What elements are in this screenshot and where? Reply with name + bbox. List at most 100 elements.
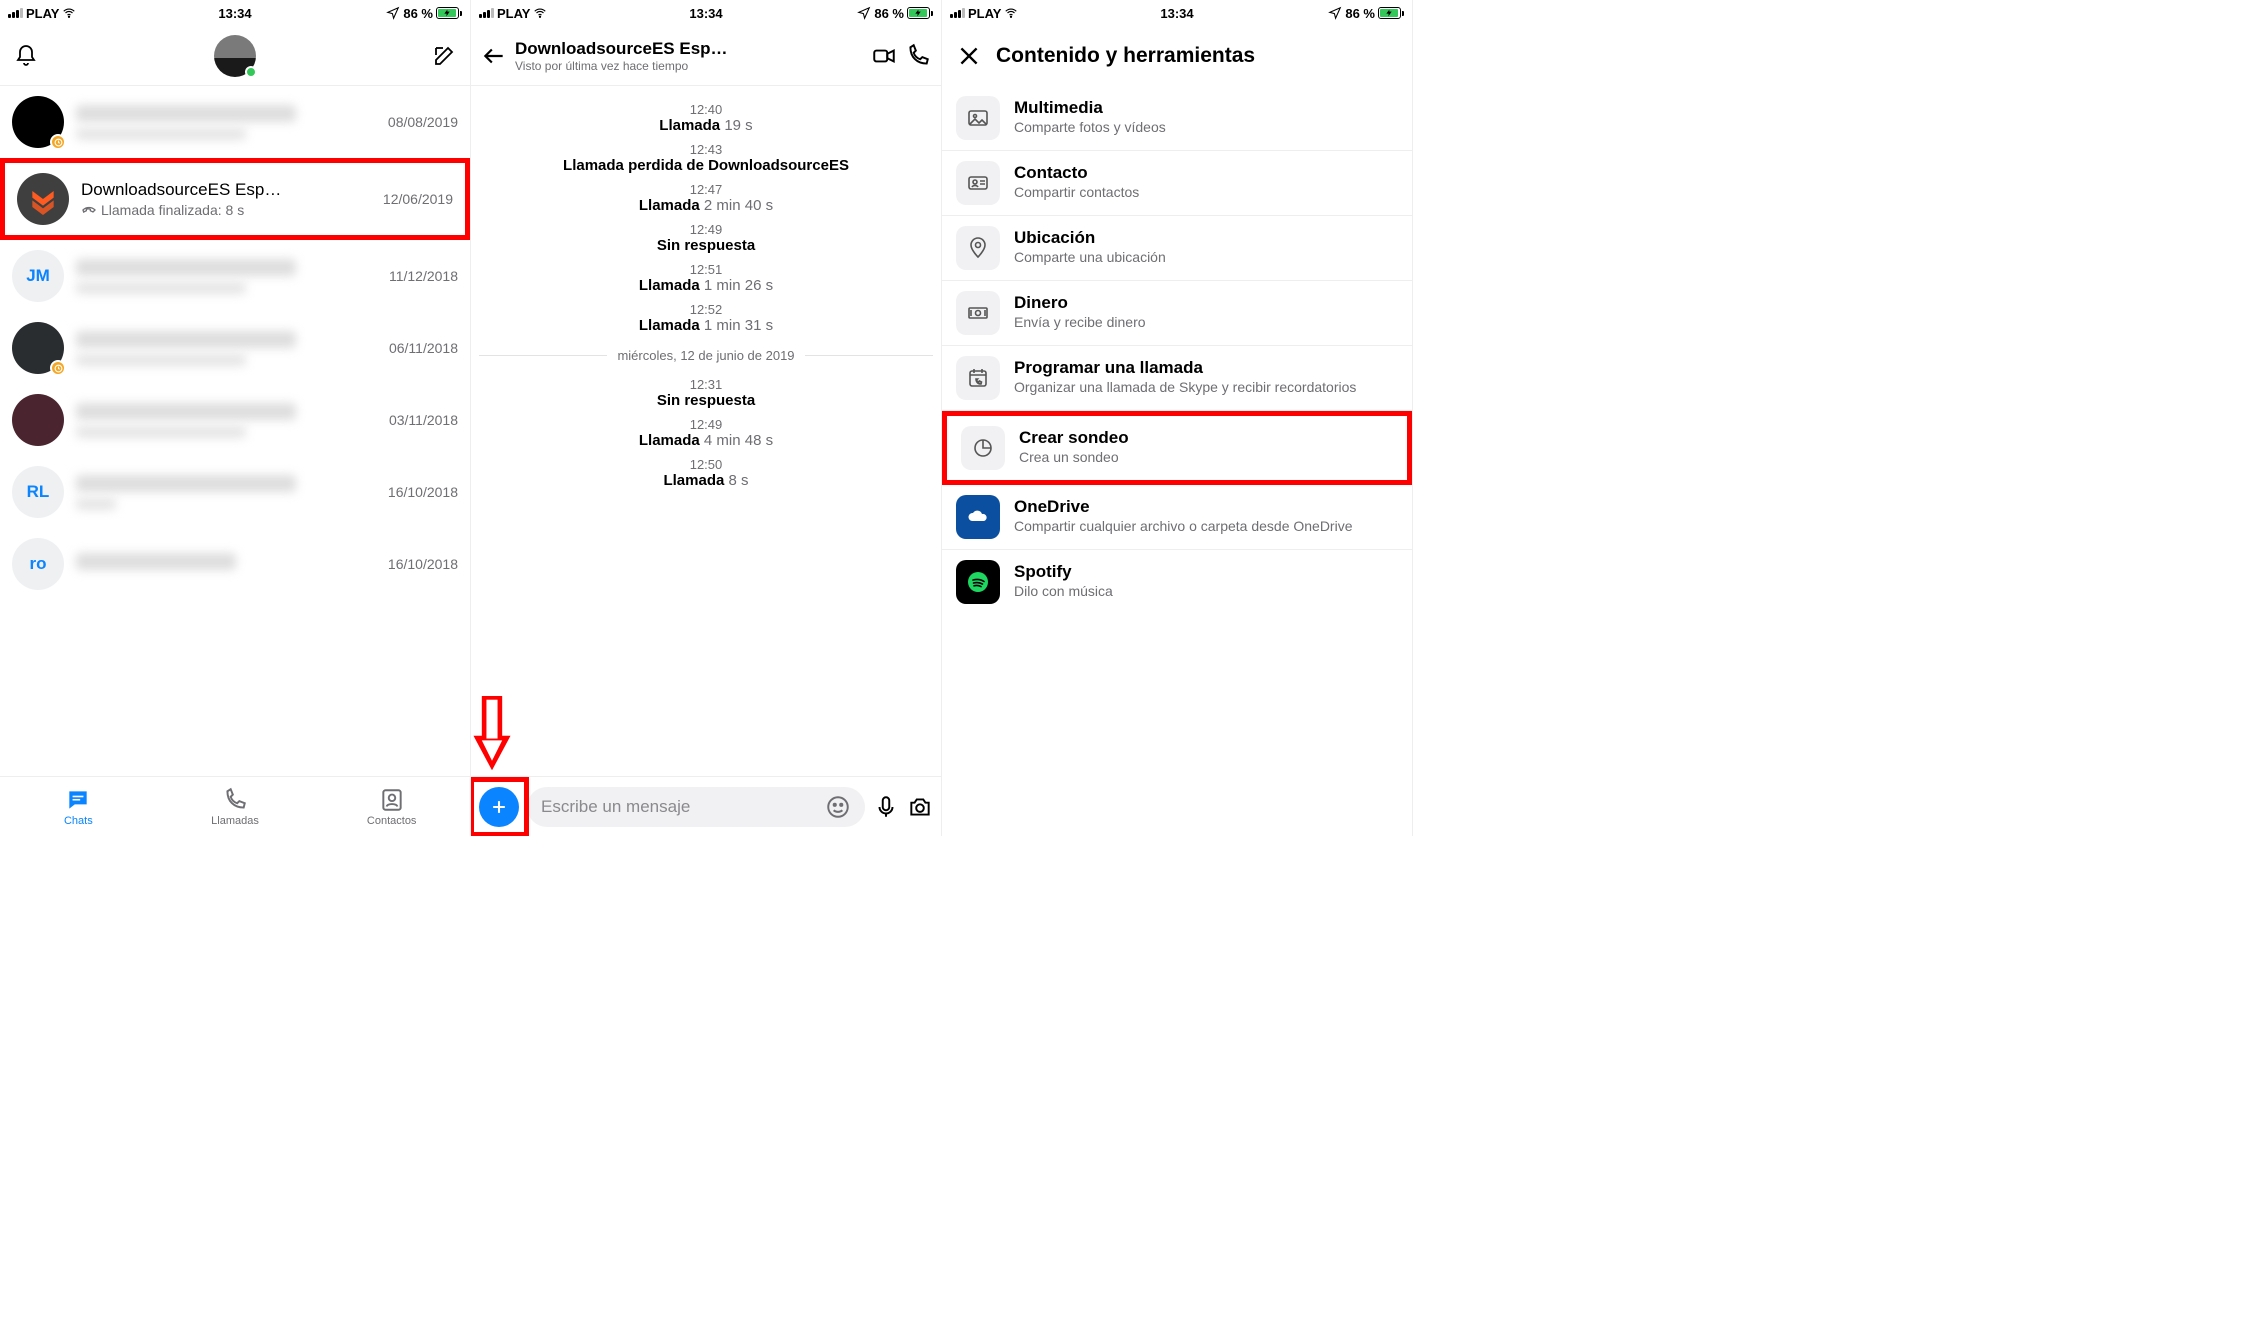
carrier-label: PLAY: [26, 6, 59, 21]
clock-label: 13:34: [689, 6, 722, 21]
location-pin-icon: [956, 226, 1000, 270]
close-icon[interactable]: [956, 43, 982, 69]
avatar: JM: [12, 250, 64, 302]
status-bar: PLAY 13:34 86 %: [471, 0, 941, 26]
call-event: 12:49Sin respuesta: [471, 222, 941, 254]
image-icon: [956, 96, 1000, 140]
chats-panel: PLAY 13:34 86 % 08/08/2019 Downloadsour: [0, 0, 471, 836]
battery-pct: 86 %: [874, 6, 904, 21]
menu-item-onedrive[interactable]: OneDriveCompartir cualquier archivo o ca…: [942, 485, 1412, 550]
spotify-icon: [956, 560, 1000, 604]
avatar: RL: [12, 466, 64, 518]
voice-call-icon[interactable]: [905, 43, 931, 69]
wifi-icon: [1004, 6, 1018, 20]
away-badge-icon: [50, 134, 66, 150]
attach-menu-panel: PLAY 13:34 86 % Contenido y herramientas…: [942, 0, 1413, 836]
chat-date: 03/11/2018: [389, 412, 458, 428]
bottom-tabs: Chats Llamadas Contactos: [0, 776, 470, 836]
battery-icon: [1378, 7, 1404, 19]
tab-contacts[interactable]: Contactos: [313, 777, 470, 836]
chat-date: 12/06/2019: [383, 191, 453, 207]
camera-icon[interactable]: [907, 794, 933, 820]
battery-icon: [436, 7, 462, 19]
microphone-icon[interactable]: [873, 794, 899, 820]
location-arrow-icon: [386, 6, 400, 20]
menu-item-sub: Comparte fotos y vídeos: [1014, 119, 1398, 135]
back-icon[interactable]: [481, 43, 507, 69]
menu-item-contact[interactable]: ContactoCompartir contactos: [942, 151, 1412, 216]
menu-item-label: OneDrive: [1014, 497, 1398, 517]
menu-item-schedule-call[interactable]: Programar una llamadaOrganizar una llama…: [942, 346, 1412, 411]
notifications-icon[interactable]: [14, 44, 38, 68]
chat-date: 16/10/2018: [388, 556, 458, 572]
menu-item-money[interactable]: DineroEnvía y recibe dinero: [942, 281, 1412, 346]
tab-chats[interactable]: Chats: [0, 777, 157, 836]
chat-item[interactable]: 06/11/2018: [0, 312, 470, 384]
chat-date: 06/11/2018: [389, 340, 458, 356]
avatar: [12, 394, 64, 446]
chat-list: 08/08/2019 DownloadsourceES Esp… Llamada…: [0, 86, 470, 600]
conversation-title: DownloadsourceES Esp…: [515, 39, 863, 59]
menu-item-label: Multimedia: [1014, 98, 1398, 118]
battery-icon: [907, 7, 933, 19]
chat-item-downloadsource[interactable]: DownloadsourceES Esp… Llamada finalizada…: [0, 158, 470, 240]
chat-item[interactable]: 03/11/2018: [0, 384, 470, 456]
menu-item-sub: Crea un sondeo: [1019, 449, 1393, 465]
message-composer: Escribe un mensaje: [471, 776, 941, 836]
call-event: 12:52Llamada 1 min 31 s: [471, 302, 941, 334]
menu-item-location[interactable]: UbicaciónComparte una ubicación: [942, 216, 1412, 281]
date-divider: miércoles, 12 de junio de 2019: [471, 348, 941, 363]
avatar: [12, 322, 64, 374]
status-bar: PLAY 13:34 86 %: [942, 0, 1412, 26]
chat-item[interactable]: 08/08/2019: [0, 86, 470, 158]
profile-avatar[interactable]: [214, 35, 256, 77]
money-icon: [956, 291, 1000, 335]
conversation-subtitle: Visto por última vez hace tiempo: [515, 59, 863, 73]
wifi-icon: [62, 6, 76, 20]
message-placeholder: Escribe un mensaje: [541, 797, 690, 817]
chat-date: 11/12/2018: [389, 268, 458, 284]
avatar: ro: [12, 538, 64, 590]
video-call-icon[interactable]: [871, 43, 897, 69]
chat-item[interactable]: RL 16/10/2018: [0, 456, 470, 528]
conversation-body[interactable]: 12:40Llamada 19 s 12:43Llamada perdida d…: [471, 86, 941, 776]
clock-label: 13:34: [218, 6, 251, 21]
avatar: [12, 96, 64, 148]
message-input[interactable]: Escribe un mensaje: [527, 787, 865, 827]
battery-pct: 86 %: [403, 6, 433, 21]
call-event: 12:47Llamada 2 min 40 s: [471, 182, 941, 214]
chat-item[interactable]: ro 16/10/2018: [0, 528, 470, 600]
chat-date: 08/08/2019: [388, 114, 458, 130]
signal-icon: [479, 8, 494, 18]
menu-item-create-poll[interactable]: Crear sondeoCrea un sondeo: [942, 411, 1412, 485]
menu-item-label: Ubicación: [1014, 228, 1398, 248]
onedrive-icon: [956, 495, 1000, 539]
chat-title: DownloadsourceES Esp…: [81, 180, 371, 200]
call-event: 12:51Llamada 1 min 26 s: [471, 262, 941, 294]
call-event: 12:31Sin respuesta: [471, 377, 941, 409]
menu-item-sub: Compartir contactos: [1014, 184, 1398, 200]
menu-item-media[interactable]: MultimediaComparte fotos y vídeos: [942, 86, 1412, 151]
carrier-label: PLAY: [968, 6, 1001, 21]
call-event: 12:49Llamada 4 min 48 s: [471, 417, 941, 449]
chat-item[interactable]: JM 11/12/2018: [0, 240, 470, 312]
emoji-icon[interactable]: [825, 794, 851, 820]
clock-label: 13:34: [1160, 6, 1193, 21]
signal-icon: [950, 8, 965, 18]
menu-item-sub: Dilo con música: [1014, 583, 1398, 599]
carrier-label: PLAY: [497, 6, 530, 21]
compose-icon[interactable]: [432, 44, 456, 68]
menu-item-label: Dinero: [1014, 293, 1398, 313]
menu-item-label: Spotify: [1014, 562, 1398, 582]
chats-header: [0, 26, 470, 86]
attach-menu-title: Contenido y herramientas: [996, 44, 1255, 68]
tab-calls[interactable]: Llamadas: [157, 777, 314, 836]
wifi-icon: [533, 6, 547, 20]
menu-item-sub: Envía y recibe dinero: [1014, 314, 1398, 330]
conversation-title-block[interactable]: DownloadsourceES Esp… Visto por última v…: [515, 39, 863, 73]
conversation-header: DownloadsourceES Esp… Visto por última v…: [471, 26, 941, 86]
menu-item-spotify[interactable]: SpotifyDilo con música: [942, 550, 1412, 614]
call-event: 12:50Llamada 8 s: [471, 457, 941, 489]
avatar: [17, 173, 69, 225]
poll-icon: [961, 426, 1005, 470]
